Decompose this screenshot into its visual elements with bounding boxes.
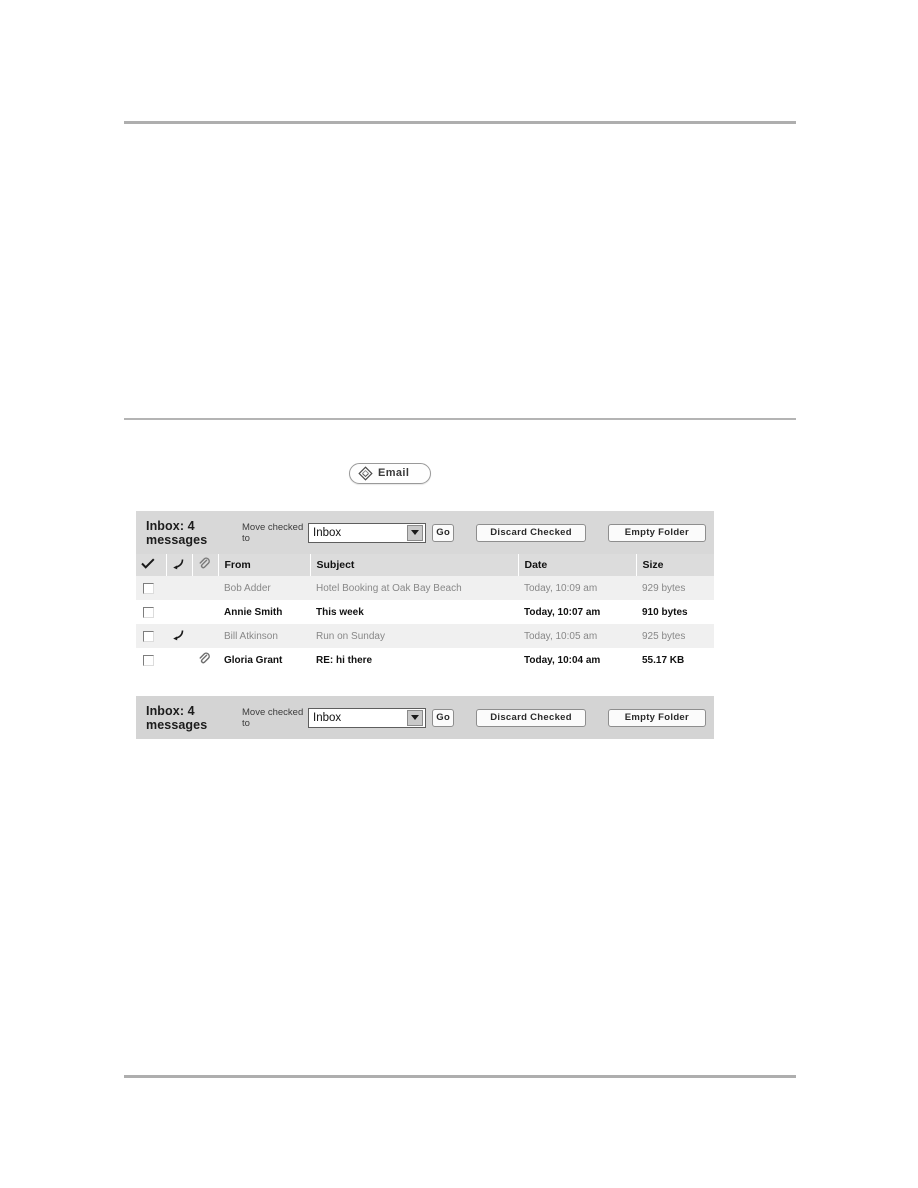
table-row[interactable]: Gloria Grant RE: hi there Today, 10:04 a…	[136, 648, 714, 672]
move-checked-label-bottom: Move checked to	[242, 706, 304, 729]
check-icon[interactable]	[141, 558, 166, 572]
message-table: From Subject Date Size Bob Adder Hotel B…	[136, 554, 715, 696]
paperclip-icon[interactable]	[198, 557, 218, 573]
row-checkbox-cell[interactable]	[136, 576, 166, 600]
replied-header[interactable]	[166, 554, 193, 576]
row-attachment-cell	[192, 648, 218, 672]
attachment-header[interactable]	[192, 554, 219, 576]
row-replied-cell	[166, 624, 192, 648]
row-replied-cell	[166, 576, 192, 600]
email-button-label: Email	[378, 467, 410, 479]
row-subject[interactable]: Run on Sunday	[310, 624, 518, 648]
row-checkbox-cell[interactable]	[136, 600, 166, 624]
discard-checked-button-bottom[interactable]: Discard Checked	[476, 708, 586, 727]
select-all-header[interactable]	[136, 554, 167, 576]
discard-checked-button-top[interactable]: Discard Checked	[476, 523, 586, 542]
row-size: 925 bytes	[636, 624, 714, 648]
bottom-horizontal-rule	[124, 1075, 796, 1078]
move-folder-select-top[interactable]: Inbox	[308, 522, 426, 543]
row-date: Today, 10:05 am	[518, 624, 636, 648]
move-folder-select-value-top: Inbox	[313, 526, 342, 539]
move-folder-select-value-bottom: Inbox	[313, 711, 342, 724]
go-button-top[interactable]: Go	[432, 523, 455, 542]
table-row[interactable]: Bob Adder Hotel Booking at Oak Bay Beach…	[136, 576, 714, 600]
row-checkbox-cell[interactable]	[136, 648, 166, 672]
middle-horizontal-rule	[124, 418, 796, 420]
top-horizontal-rule	[124, 121, 796, 124]
row-checkbox[interactable]	[143, 654, 154, 666]
row-checkbox[interactable]	[143, 606, 154, 618]
row-checkbox[interactable]	[143, 630, 154, 642]
size-header[interactable]: Size	[636, 554, 715, 576]
row-replied-cell	[166, 648, 192, 672]
row-attachment-cell	[192, 576, 218, 600]
row-subject[interactable]: RE: hi there	[310, 648, 518, 672]
reply-icon[interactable]	[172, 558, 192, 573]
row-checkbox-cell[interactable]	[136, 624, 166, 648]
top-toolbar: Inbox: 4 messages Move checked to Inbox …	[136, 511, 714, 554]
row-size: 910 bytes	[636, 600, 714, 624]
row-from[interactable]: Annie Smith	[218, 600, 310, 624]
table-filler	[136, 672, 714, 696]
email-button[interactable]: Email	[349, 463, 431, 484]
row-size: 929 bytes	[636, 576, 714, 600]
row-date: Today, 10:04 am	[518, 648, 636, 672]
date-header[interactable]: Date	[518, 554, 637, 576]
folder-status-bottom: Inbox: 4 messages	[146, 703, 208, 732]
row-attachment-cell	[192, 624, 218, 648]
subject-header[interactable]: Subject	[310, 554, 519, 576]
chevron-down-icon[interactable]	[407, 709, 423, 726]
message-table-body: Bob Adder Hotel Booking at Oak Bay Beach…	[136, 576, 714, 696]
table-row[interactable]: Bill Atkinson Run on Sunday Today, 10:05…	[136, 624, 714, 648]
move-checked-label-top: Move checked to	[242, 521, 304, 544]
empty-folder-button-top[interactable]: Empty Folder	[607, 523, 706, 542]
move-folder-select-bottom[interactable]: Inbox	[308, 707, 426, 728]
row-date: Today, 10:09 am	[518, 576, 636, 600]
row-checkbox[interactable]	[143, 582, 154, 594]
reply-icon	[172, 629, 192, 644]
table-header-row: From Subject Date Size	[136, 554, 715, 576]
table-empty-space	[136, 672, 714, 696]
diamond-envelope-icon	[358, 466, 373, 481]
table-row[interactable]: Annie Smith This week Today, 10:07 am 91…	[136, 600, 714, 624]
row-from[interactable]: Bill Atkinson	[218, 624, 310, 648]
row-from[interactable]: Bob Adder	[218, 576, 310, 600]
row-replied-cell	[166, 600, 192, 624]
row-from[interactable]: Gloria Grant	[218, 648, 310, 672]
from-header[interactable]: From	[218, 554, 311, 576]
paperclip-icon	[198, 652, 218, 668]
chevron-down-icon[interactable]	[407, 524, 423, 541]
row-size: 55.17 KB	[636, 648, 714, 672]
mail-client-panel: Inbox: 4 messages Move checked to Inbox …	[136, 511, 715, 859]
go-button-bottom[interactable]: Go	[432, 708, 455, 727]
bottom-toolbar: Inbox: 4 messages Move checked to Inbox …	[136, 696, 714, 739]
folder-status-top: Inbox: 4 messages	[146, 518, 208, 547]
row-subject[interactable]: This week	[310, 600, 518, 624]
row-attachment-cell	[192, 600, 218, 624]
row-date: Today, 10:07 am	[518, 600, 636, 624]
row-subject[interactable]: Hotel Booking at Oak Bay Beach	[310, 576, 518, 600]
empty-folder-button-bottom[interactable]: Empty Folder	[607, 708, 706, 727]
